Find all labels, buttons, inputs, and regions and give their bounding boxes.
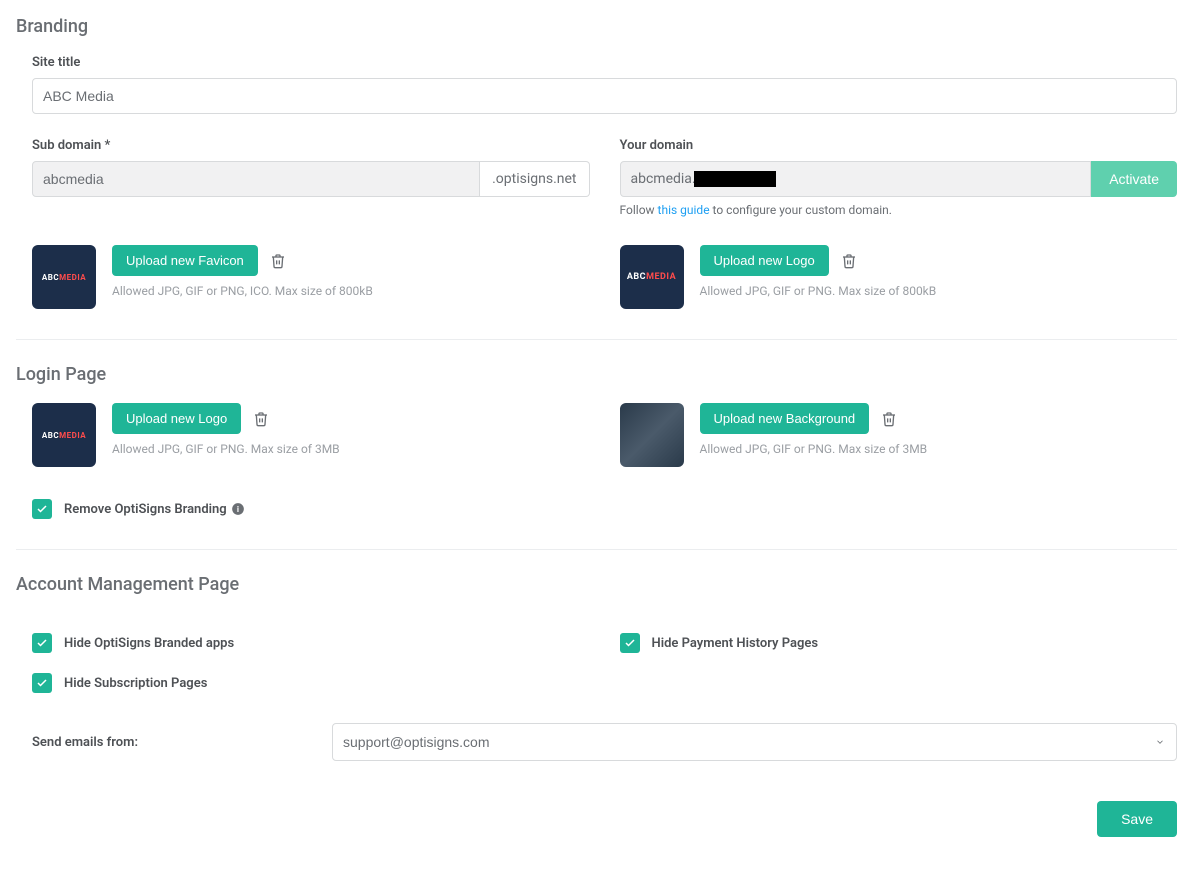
your-domain-input[interactable]: abcmedia. — [620, 161, 1092, 197]
site-title-input[interactable] — [32, 78, 1177, 114]
divider — [16, 549, 1177, 550]
your-domain-label: Your domain — [620, 138, 1178, 153]
trash-icon[interactable] — [270, 253, 286, 269]
logo-allowed-text: Allowed JPG, GIF or PNG. Max size of 800… — [700, 284, 937, 298]
login-page-section: Login Page ABCMEDIA Upload new Logo Allo… — [16, 364, 1177, 519]
branding-title: Branding — [16, 16, 1177, 37]
send-emails-from-select[interactable] — [332, 723, 1177, 761]
upload-favicon-button[interactable]: Upload new Favicon — [112, 245, 258, 276]
sub-domain-label: Sub domain * — [32, 138, 590, 153]
trash-icon[interactable] — [881, 411, 897, 427]
login-background-allowed-text: Allowed JPG, GIF or PNG. Max size of 3MB — [700, 442, 928, 456]
favicon-allowed-text: Allowed JPG, GIF or PNG, ICO. Max size o… — [112, 284, 373, 298]
sub-domain-input[interactable] — [32, 161, 480, 197]
account-management-title: Account Management Page — [16, 574, 1177, 595]
upload-logo-button[interactable]: Upload new Logo — [700, 245, 829, 276]
logo-thumbnail: ABCMEDIA — [620, 245, 684, 309]
remove-branding-checkbox[interactable] — [32, 499, 52, 519]
hide-payment-history-checkbox[interactable] — [620, 633, 640, 653]
your-domain-helper: Follow this guide to configure your cust… — [620, 203, 1178, 217]
send-emails-from-label: Send emails from: — [32, 735, 312, 750]
activate-button[interactable]: Activate — [1091, 161, 1177, 197]
svg-text:i: i — [237, 504, 239, 514]
upload-login-logo-button[interactable]: Upload new Logo — [112, 403, 241, 434]
trash-icon[interactable] — [253, 411, 269, 427]
sub-domain-suffix: .optisigns.net — [480, 161, 589, 197]
hide-payment-history-label: Hide Payment History Pages — [652, 636, 819, 651]
login-logo-allowed-text: Allowed JPG, GIF or PNG. Max size of 3MB — [112, 442, 340, 456]
this-guide-link[interactable]: this guide — [658, 203, 710, 217]
divider — [16, 339, 1177, 340]
favicon-thumbnail: ABCMEDIA — [32, 245, 96, 309]
trash-icon[interactable] — [841, 253, 857, 269]
remove-branding-label: Remove OptiSigns Branding i — [64, 502, 245, 517]
info-icon[interactable]: i — [231, 502, 245, 516]
account-management-section: Account Management Page Hide OptiSigns B… — [16, 574, 1177, 761]
upload-login-background-button[interactable]: Upload new Background — [700, 403, 870, 434]
hide-subscription-pages-checkbox[interactable] — [32, 673, 52, 693]
branding-section: Branding Site title Sub domain * .optisi… — [16, 16, 1177, 309]
hide-branded-apps-checkbox[interactable] — [32, 633, 52, 653]
login-background-thumbnail — [620, 403, 684, 467]
redacted-domain — [694, 171, 776, 187]
hide-subscription-pages-label: Hide Subscription Pages — [64, 676, 207, 691]
save-button[interactable]: Save — [1097, 801, 1177, 837]
login-logo-thumbnail: ABCMEDIA — [32, 403, 96, 467]
hide-branded-apps-label: Hide OptiSigns Branded apps — [64, 636, 234, 651]
login-page-title: Login Page — [16, 364, 1177, 385]
site-title-label: Site title — [32, 55, 1177, 70]
